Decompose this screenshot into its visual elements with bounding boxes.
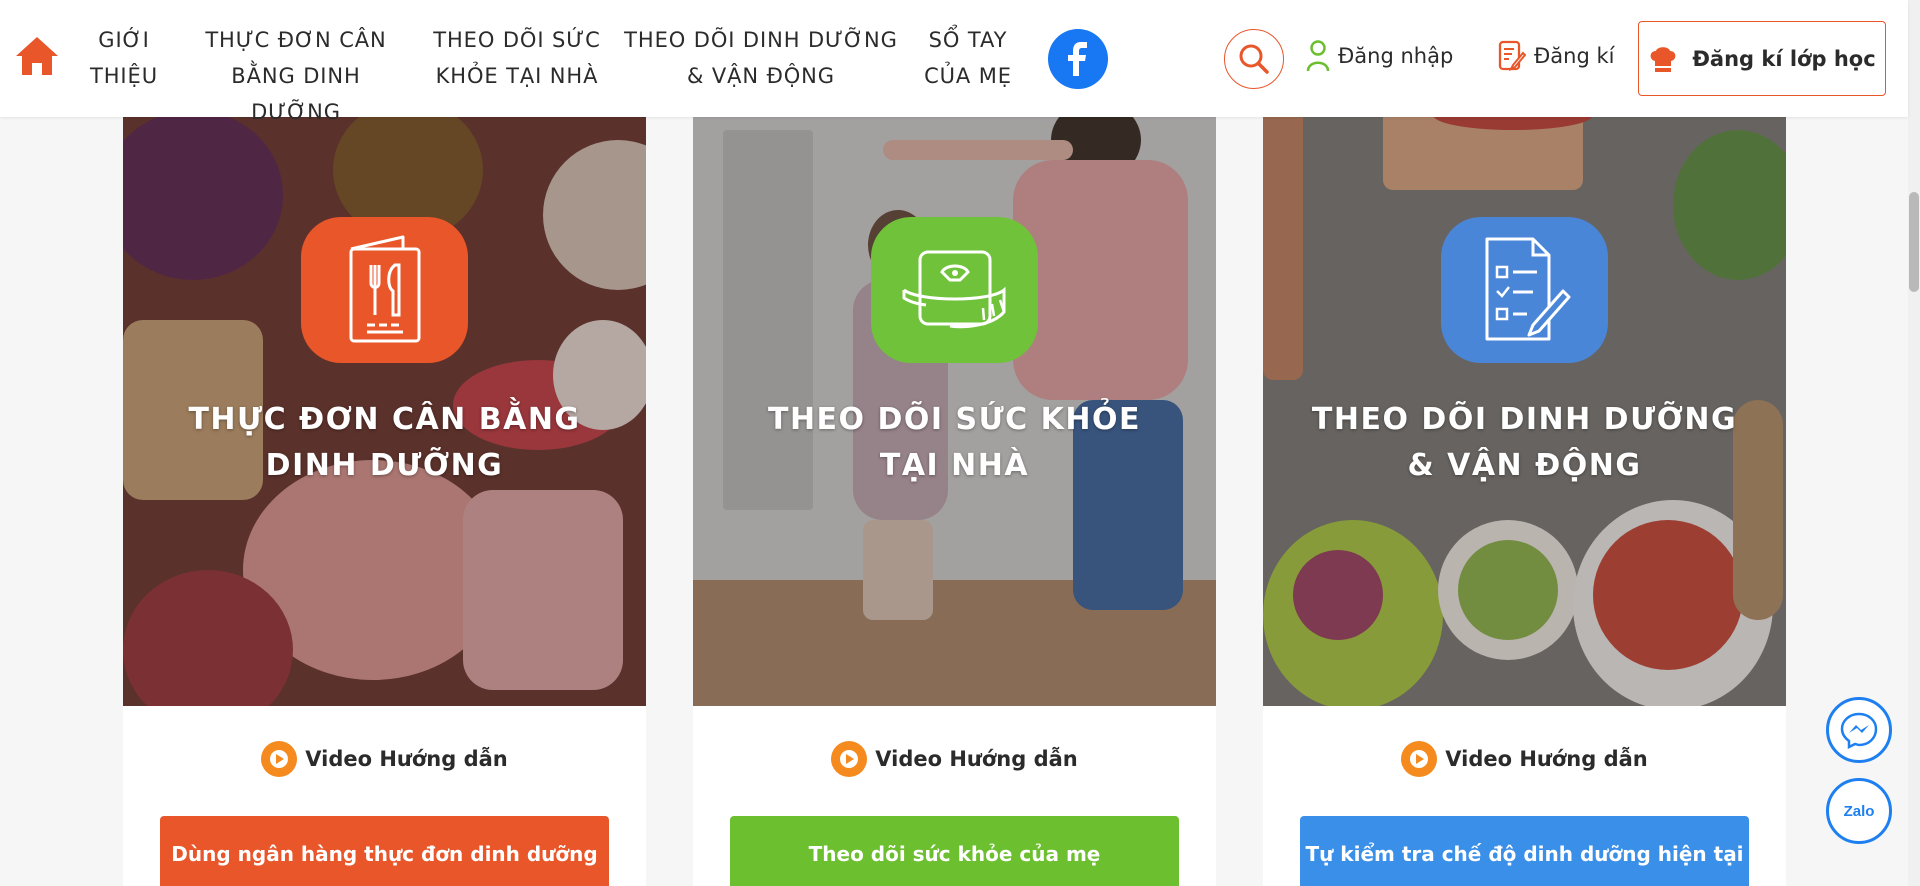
health-tracking-button[interactable]: Theo dõi sức khỏe của mẹ xyxy=(730,816,1179,886)
nav-label-line1: GIỚI xyxy=(98,28,150,52)
class-register-button[interactable]: Đăng kí lớp học xyxy=(1638,21,1886,96)
nutrition-check-label: Tự kiểm tra chế độ dinh dưỡng hiện tại xyxy=(1305,842,1744,866)
menu-bank-button[interactable]: Dùng ngân hàng thực đơn dinh dưỡng xyxy=(160,816,609,886)
card-title: THỰC ĐƠN CÂN BẰNG DINH DƯỠNG xyxy=(143,397,626,489)
nav-label-line1: THEO DÕI SỨC xyxy=(433,28,601,52)
video-guide-link[interactable]: Video Hướng dẫn xyxy=(1263,741,1786,777)
card-title-line2: DINH DƯỠNG xyxy=(265,448,504,483)
page-scrollbar[interactable] xyxy=(1908,0,1920,886)
play-icon xyxy=(831,741,868,777)
video-guide-label: Video Hướng dẫn xyxy=(875,747,1078,771)
card-title-line2: TẠI NHÀ xyxy=(879,448,1030,483)
health-tracking-label: Theo dõi sức khỏe của mẹ xyxy=(808,842,1101,866)
card-title: THEO DÕI DINH DƯỠNG & VẬN ĐỘNG xyxy=(1283,397,1766,489)
nav-label-line1: THEO DÕI DINH DƯỠNG xyxy=(624,28,898,52)
scale-tape-icon xyxy=(871,217,1038,363)
checklist-pencil-icon xyxy=(1441,217,1608,363)
card-title: THEO DÕI SỨC KHỎE TẠI NHÀ xyxy=(713,397,1196,489)
nav-label-line2: KHỎE TẠI NHÀ xyxy=(435,64,599,88)
video-guide-label: Video Hướng dẫn xyxy=(1445,747,1648,771)
feature-card-suc-khoe: THEO DÕI SỨC KHỎE TẠI NHÀ Video Hướng dẫ… xyxy=(693,100,1216,886)
scrollbar-thumb[interactable] xyxy=(1909,192,1919,292)
card-title-line2: & VẬN ĐỘNG xyxy=(1407,448,1642,483)
nav-label-line1: THỰC ĐƠN CÂN xyxy=(205,28,387,52)
video-guide-link[interactable]: Video Hướng dẫn xyxy=(123,741,646,777)
facebook-icon[interactable] xyxy=(1048,29,1108,89)
register-link[interactable]: Đăng kí xyxy=(1498,40,1614,72)
register-label: Đăng kí xyxy=(1534,44,1615,68)
nav-item-gioi-thieu[interactable]: GIỚI THIỆU xyxy=(86,22,162,94)
zalo-icon[interactable]: Zalo xyxy=(1826,778,1892,844)
home-icon[interactable] xyxy=(14,33,60,79)
menu-bank-label: Dùng ngân hàng thực đơn dinh dưỡng xyxy=(171,842,598,866)
nav-label-line2: CỦA MẸ xyxy=(924,64,1012,88)
login-link[interactable]: Đăng nhập xyxy=(1306,40,1453,72)
nav-label-line2: THIỆU xyxy=(90,64,158,88)
zalo-label: Zalo xyxy=(1843,802,1875,820)
play-icon xyxy=(1401,741,1438,777)
feature-card-thuc-don: THỰC ĐƠN CÂN BẰNG DINH DƯỠNG Video Hướng… xyxy=(123,100,646,886)
card-title-line1: THEO DÕI DINH DƯỠNG xyxy=(1311,402,1738,437)
nav-item-thuc-don[interactable]: THỰC ĐƠN CÂN BẰNG DINH DƯỠNG xyxy=(184,22,408,130)
video-guide-link[interactable]: Video Hướng dẫn xyxy=(693,741,1216,777)
nav-item-theo-doi-dinh-duong[interactable]: THEO DÕI DINH DƯỠNG & VẬN ĐỘNG xyxy=(624,22,898,94)
nav-item-theo-doi-suc-khoe[interactable]: THEO DÕI SỨC KHỎE TẠI NHÀ xyxy=(430,22,604,94)
play-icon xyxy=(261,741,298,777)
nav-item-so-tay[interactable]: SỔ TAY CỦA MẸ xyxy=(916,22,1020,94)
edit-document-icon xyxy=(1498,40,1526,72)
nav-label-line1: SỔ TAY xyxy=(928,28,1008,52)
menu-fork-knife-icon xyxy=(301,217,468,363)
site-header: GIỚI THIỆU THỰC ĐƠN CÂN BẰNG DINH DƯỠNG … xyxy=(0,0,1908,124)
search-icon[interactable] xyxy=(1224,29,1284,89)
video-guide-label: Video Hướng dẫn xyxy=(305,747,508,771)
nutrition-check-button[interactable]: Tự kiểm tra chế độ dinh dưỡng hiện tại xyxy=(1300,816,1749,886)
login-label: Đăng nhập xyxy=(1338,44,1454,68)
feature-card-dinh-duong: THEO DÕI DINH DƯỠNG & VẬN ĐỘNG Video Hướ… xyxy=(1263,100,1786,886)
user-icon xyxy=(1306,40,1330,72)
chef-hat-icon xyxy=(1650,46,1676,72)
card-title-line1: THEO DÕI SỨC KHỎE xyxy=(767,402,1141,437)
nav-label-line2: & VẬN ĐỘNG xyxy=(687,64,835,88)
messenger-icon[interactable] xyxy=(1826,697,1892,763)
nav-label-line2: BẰNG DINH DƯỠNG xyxy=(231,64,361,124)
class-register-label: Đăng kí lớp học xyxy=(1692,46,1876,71)
card-title-line1: THỰC ĐƠN CÂN BẰNG xyxy=(188,402,581,437)
